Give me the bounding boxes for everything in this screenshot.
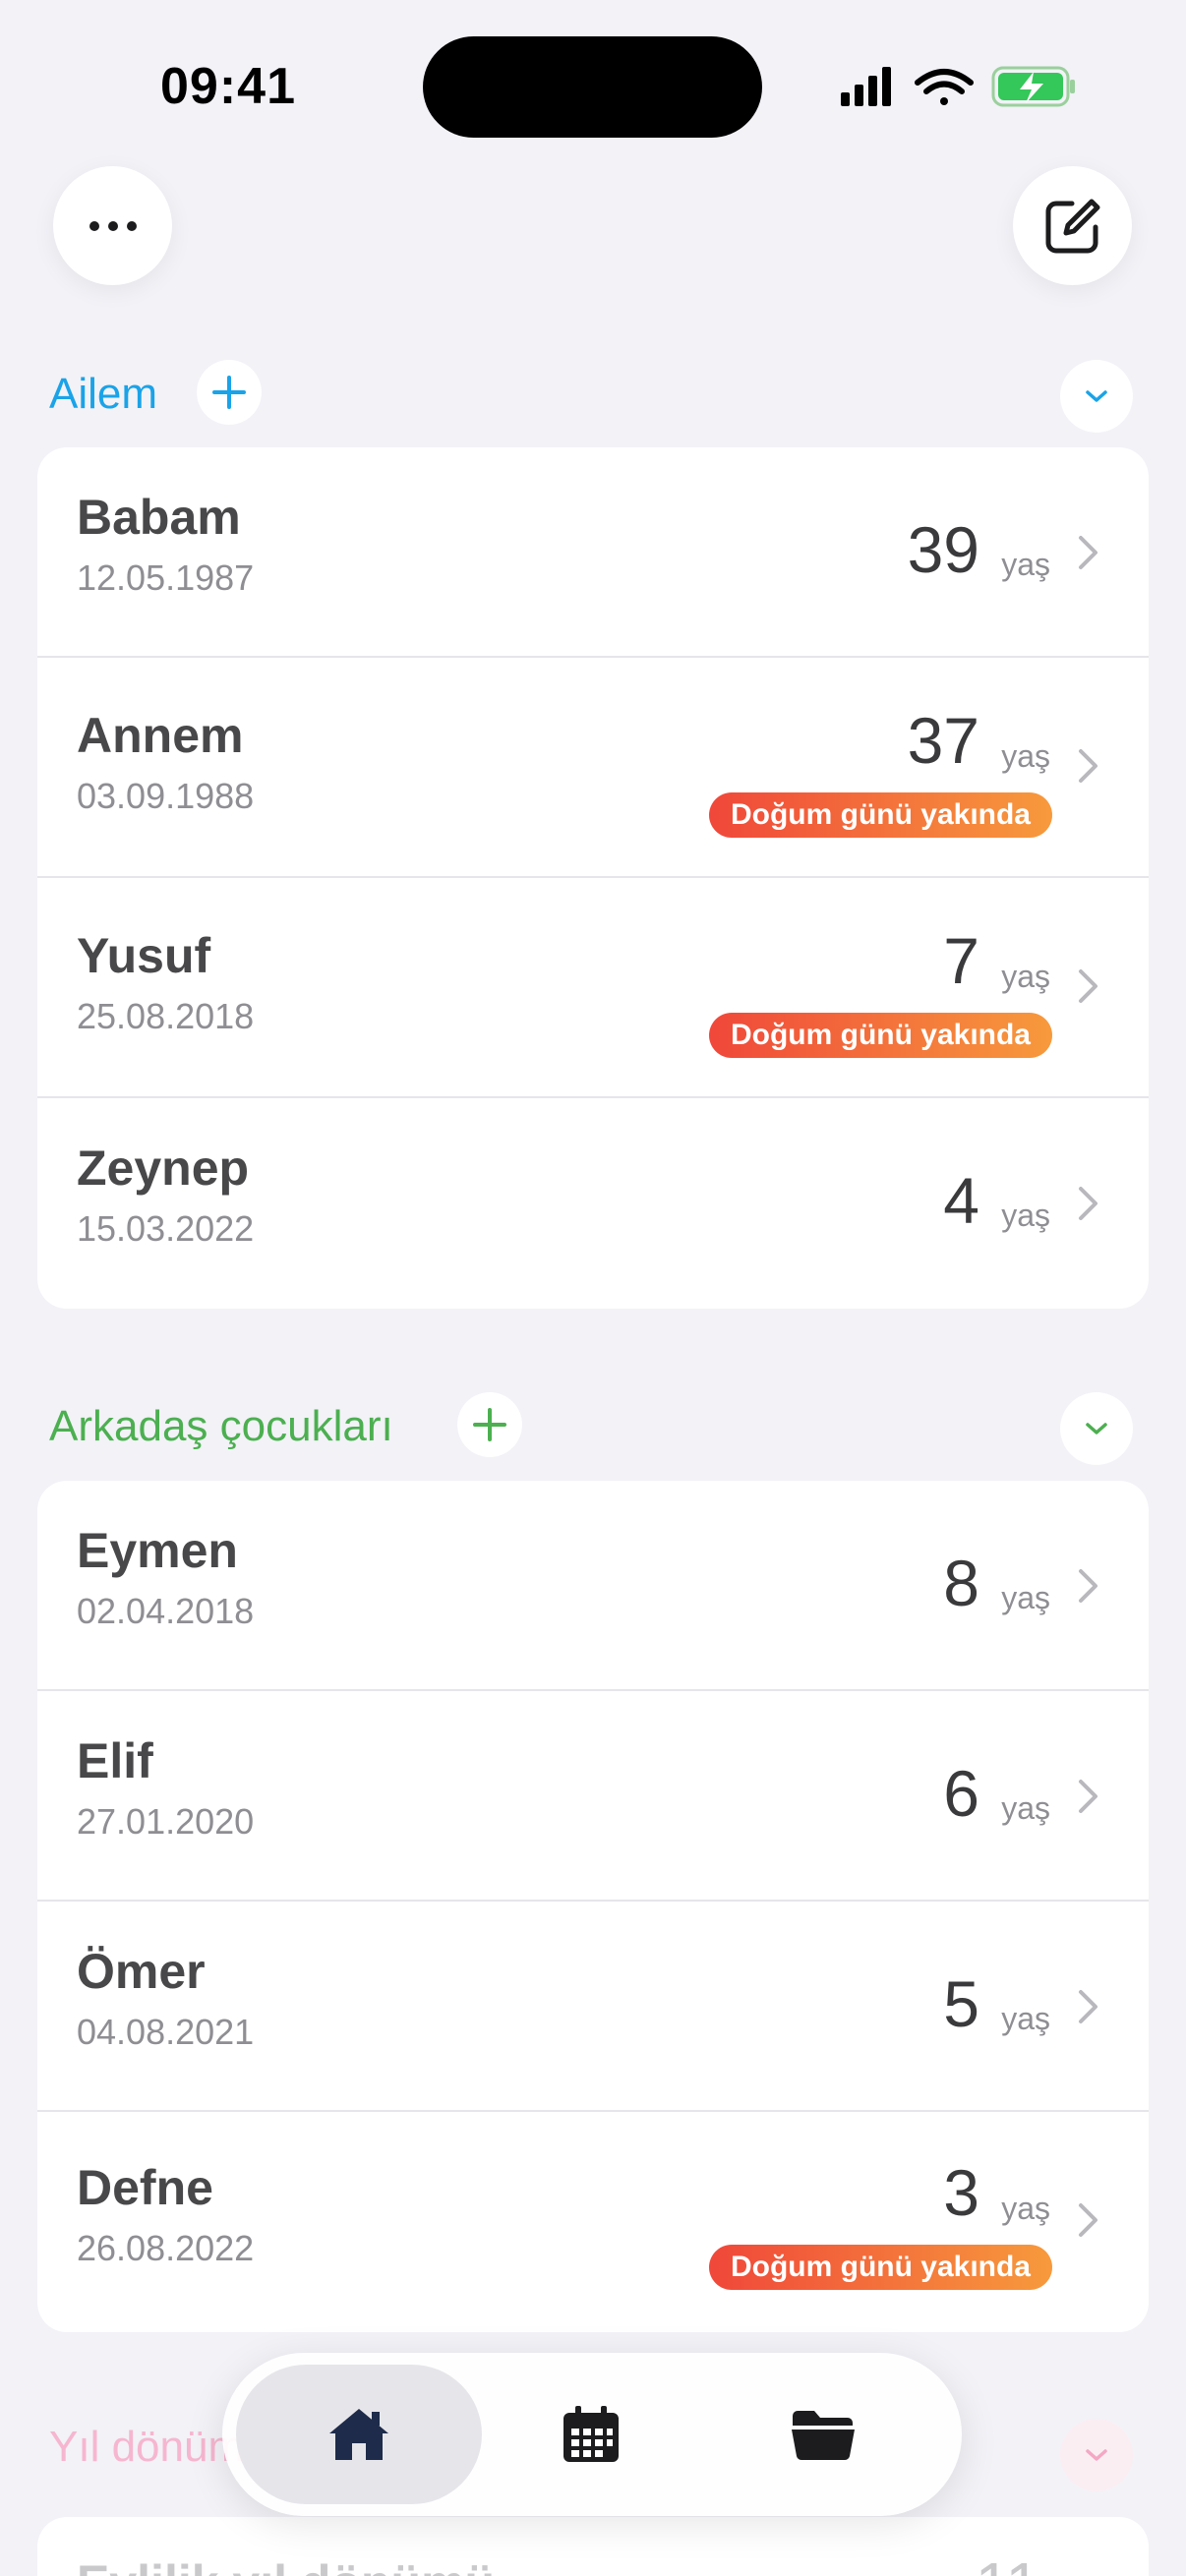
list-item[interactable]: Zeynep 15.03.2022 4 yaş	[37, 1098, 1149, 1309]
person-name: Eymen	[77, 1523, 238, 1578]
birthday-soon-badge: Doğum günü yakında	[708, 2245, 1052, 2290]
section-title: Arkadaş çocukları	[49, 1402, 393, 1450]
add-ailem-button[interactable]	[197, 360, 262, 425]
age-value: 8	[943, 1547, 979, 1619]
birth-date: 12.05.1987	[77, 557, 255, 598]
chevron-down-icon	[1086, 390, 1107, 402]
birth-date: 02.04.2018	[77, 1591, 255, 1631]
add-arkadas-cocuklari-button[interactable]	[457, 1392, 522, 1457]
age-value: 6	[943, 1757, 979, 1830]
age-value: 3	[943, 2156, 979, 2229]
arkadas-cocuklari-card: Eymen 02.04.2018 8 yaş Elif 27.01.2020 6…	[37, 1481, 1149, 2332]
calendar-icon	[563, 2406, 619, 2462]
birth-date: 04.08.2021	[77, 2012, 255, 2052]
folder-icon	[792, 2411, 855, 2461]
anniversary-years: 11	[976, 2548, 1040, 2576]
chevron-right-icon	[1079, 749, 1097, 783]
chevron-down-icon	[1086, 2449, 1107, 2461]
section-title: Ailem	[49, 370, 158, 418]
chevron-right-icon	[1079, 1780, 1097, 1813]
collapse-yil-donumleri-button[interactable]	[1060, 2419, 1133, 2491]
birth-date: 26.08.2022	[77, 2228, 255, 2268]
person-name: Defne	[77, 2160, 213, 2215]
edit-button[interactable]	[1013, 166, 1132, 285]
birthday-soon-badge: Doğum günü yakında	[708, 792, 1052, 838]
list-item[interactable]: Babam 12.05.1987 39 yaş	[37, 447, 1149, 658]
status-icons	[841, 66, 1075, 107]
age-unit: yaş	[1001, 1580, 1050, 1615]
chevron-down-icon	[1086, 1423, 1107, 1434]
birth-date: 27.01.2020	[77, 1801, 255, 1842]
chevron-right-icon	[1079, 1187, 1097, 1220]
tab-bar	[222, 2353, 962, 2516]
list-item[interactable]: Annem 03.09.1988 37 yaş Doğum günü yakın…	[37, 658, 1149, 878]
ellipsis-icon	[89, 220, 137, 231]
list-item[interactable]: Ömer 04.08.2021 5 yaş	[37, 1902, 1149, 2112]
collapse-arkadas-cocuklari-button[interactable]	[1060, 1392, 1133, 1465]
age-unit: yaş	[1001, 1198, 1050, 1233]
section-header-ailem: Ailem	[49, 360, 1151, 433]
chevron-right-icon	[1079, 1569, 1097, 1603]
birth-date: 03.09.1988	[77, 776, 255, 816]
dynamic-island	[423, 36, 762, 138]
more-button[interactable]	[53, 166, 172, 285]
tab-folder[interactable]	[700, 2365, 946, 2504]
birth-date: 15.03.2022	[77, 1208, 255, 1249]
age-value: 4	[943, 1164, 979, 1237]
chevron-right-icon	[1079, 1990, 1097, 2023]
compose-icon	[1045, 199, 1099, 253]
status-bar: 09:41	[0, 0, 1186, 167]
list-item[interactable]: Defne 26.08.2022 3 yaş Doğum günü yakınd…	[37, 2112, 1149, 2332]
wifi-icon	[915, 69, 974, 105]
ailem-card: Babam 12.05.1987 39 yaş Annem 03.09.1988…	[37, 447, 1149, 1309]
list-item[interactable]: Yusuf 25.08.2018 7 yaş Doğum günü yakınd…	[37, 878, 1149, 1098]
section-header-arkadas-cocuklari: Arkadaş çocukları	[49, 1392, 1151, 1465]
age-value: 39	[907, 513, 979, 586]
age-value: 7	[943, 924, 979, 997]
list-item[interactable]: Eymen 02.04.2018 8 yaş	[37, 1481, 1149, 1691]
person-name: Yusuf	[77, 928, 211, 983]
yil-donumleri-card: Evlilik yıl dönümü 11	[37, 2517, 1149, 2576]
age-unit: yaş	[1001, 2001, 1050, 2036]
age-value: 5	[943, 1967, 979, 2040]
age-unit: yaş	[1001, 2191, 1050, 2226]
person-name: Zeynep	[77, 1141, 250, 1196]
person-name: Babam	[77, 490, 241, 545]
tab-home[interactable]	[236, 2365, 482, 2504]
person-name: Elif	[77, 1733, 153, 1788]
age-unit: yaş	[1001, 1790, 1050, 1826]
collapse-ailem-button[interactable]	[1060, 360, 1133, 433]
tab-calendar[interactable]	[468, 2365, 714, 2504]
person-name: Ömer	[77, 1944, 206, 1999]
plus-icon	[212, 376, 246, 409]
battery-icon	[991, 66, 1075, 107]
chevron-right-icon	[1079, 969, 1097, 1003]
age-unit: yaş	[1001, 738, 1050, 774]
age-value: 37	[907, 704, 979, 777]
birth-date: 25.08.2018	[77, 996, 255, 1036]
list-item[interactable]: Elif 27.01.2020 6 yaş	[37, 1691, 1149, 1902]
age-unit: yaş	[1001, 547, 1050, 582]
chevron-right-icon	[1079, 2203, 1097, 2237]
age-unit: yaş	[1001, 959, 1050, 994]
signal-icon	[841, 67, 891, 106]
plus-icon	[473, 1408, 506, 1441]
person-name: Annem	[77, 708, 244, 763]
birthday-soon-badge: Doğum günü yakında	[708, 1013, 1052, 1058]
house-icon	[329, 2409, 388, 2460]
status-time: 09:41	[160, 58, 296, 115]
anniversary-name: Evlilik yıl dönümü	[77, 2554, 495, 2576]
chevron-right-icon	[1079, 536, 1097, 569]
